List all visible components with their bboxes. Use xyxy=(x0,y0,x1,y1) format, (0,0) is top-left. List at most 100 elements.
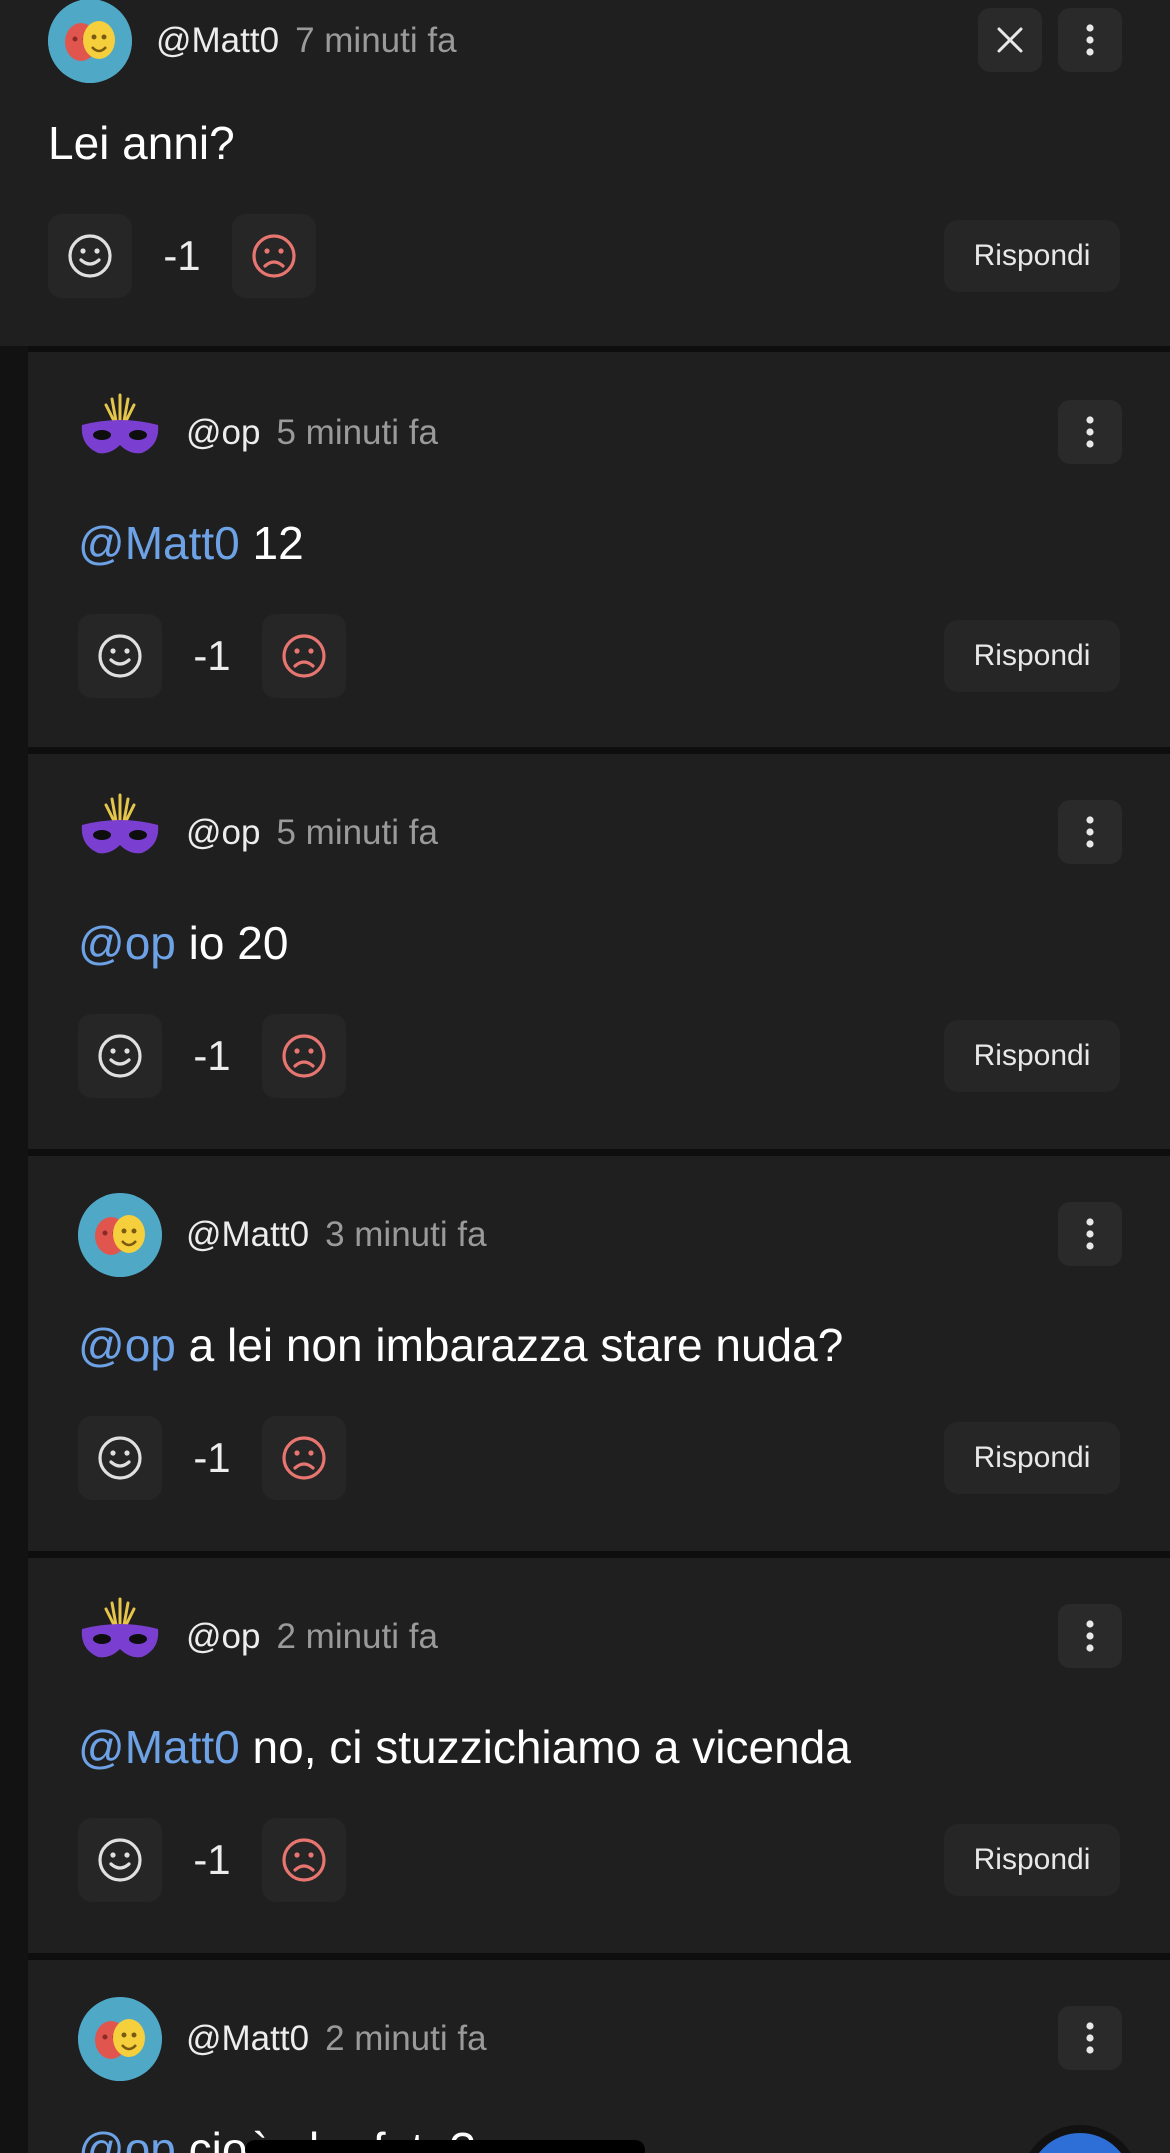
avatar[interactable] xyxy=(78,1595,162,1679)
more-vertical-icon xyxy=(1086,2022,1094,2054)
smile-icon xyxy=(98,1838,142,1882)
vote-bar: -1 xyxy=(48,214,316,298)
comment-username[interactable]: @op xyxy=(186,1617,260,1657)
comment-username[interactable]: @Matt0 xyxy=(156,21,279,61)
frown-icon xyxy=(282,1034,326,1078)
carnival-mask-icon xyxy=(81,793,159,854)
comment-text: @Matt0 12 xyxy=(78,516,304,570)
frown-icon xyxy=(252,234,296,278)
comment-timestamp: 3 minuti fa xyxy=(325,1215,487,1254)
smile-icon xyxy=(98,1436,142,1480)
frown-icon xyxy=(282,1838,326,1882)
theater-masks-icon xyxy=(78,1193,162,1277)
comment-thread-screen: @Matt0 7 minuti fa Lei anni? -1 Rispondi… xyxy=(0,0,1170,2153)
reply-button[interactable]: Rispondi xyxy=(944,1422,1120,1494)
vote-bar: -1 xyxy=(78,1416,346,1500)
comment-header: @op 5 minuti fa xyxy=(78,790,438,876)
more-options-button[interactable] xyxy=(1058,1202,1122,1266)
avatar[interactable] xyxy=(78,391,162,475)
vote-score: -1 xyxy=(193,1836,231,1883)
parent-comment: @Matt0 7 minuti fa Lei anni? -1 Rispondi xyxy=(0,0,1170,346)
reply-button[interactable]: Rispondi xyxy=(944,620,1120,692)
comment-header: @Matt0 2 minuti fa xyxy=(78,1996,487,2082)
downvote-button[interactable] xyxy=(262,1416,346,1500)
reply-comment: @op 5 minuti fa @Matt0 12 -1 Rispondi xyxy=(28,352,1170,747)
comment-body: no, ci stuzzichiamo a vicenda xyxy=(239,1721,851,1773)
user-mention[interactable]: @op xyxy=(78,1319,176,1371)
more-vertical-icon xyxy=(1086,24,1094,56)
comment-text: Lei anni? xyxy=(48,117,235,169)
smile-icon xyxy=(98,634,142,678)
comment-timestamp: 2 minuti fa xyxy=(325,2019,487,2058)
reply-button[interactable]: Rispondi xyxy=(944,220,1120,292)
comment-username[interactable]: @op xyxy=(186,413,260,453)
upvote-button[interactable] xyxy=(78,614,162,698)
reply-comment: @Matt0 3 minuti fa @op a lei non imbaraz… xyxy=(28,1156,1170,1551)
reply-comment: @op 5 minuti fa @op io 20 -1 Rispondi xyxy=(28,754,1170,1149)
comment-username[interactable]: @Matt0 xyxy=(186,1215,309,1255)
comment-body: a lei non imbarazza stare nuda? xyxy=(175,1319,844,1371)
user-mention[interactable]: @op xyxy=(78,917,176,969)
comment-body: io 20 xyxy=(175,917,289,969)
smile-icon xyxy=(98,1034,142,1078)
reply-button[interactable]: Rispondi xyxy=(944,1824,1120,1896)
reply-comment: @Matt0 2 minuti fa @op cioè che fate? xyxy=(28,1960,1170,2153)
comment-header: @op 5 minuti fa xyxy=(78,390,438,476)
downvote-button[interactable] xyxy=(232,214,316,298)
comment-timestamp: 2 minuti fa xyxy=(276,1617,438,1656)
close-icon xyxy=(997,27,1023,53)
reply-button[interactable]: Rispondi xyxy=(944,1020,1120,1092)
upvote-button[interactable] xyxy=(78,1416,162,1500)
theater-masks-icon xyxy=(78,1997,162,2081)
user-mention[interactable]: @Matt0 xyxy=(78,517,240,569)
theater-masks-icon xyxy=(48,0,132,83)
avatar[interactable] xyxy=(78,1997,162,2081)
more-vertical-icon xyxy=(1086,1620,1094,1652)
more-options-button[interactable] xyxy=(1058,1604,1122,1668)
more-options-button[interactable] xyxy=(1058,800,1122,864)
frown-icon xyxy=(282,1436,326,1480)
vote-score: -1 xyxy=(193,1434,231,1481)
more-vertical-icon xyxy=(1086,816,1094,848)
comment-header: @op 2 minuti fa xyxy=(78,1594,438,1680)
comment-header: @Matt0 3 minuti fa xyxy=(78,1192,487,1278)
comment-username[interactable]: @Matt0 xyxy=(186,2019,309,2059)
comment-timestamp: 5 minuti fa xyxy=(276,413,438,452)
vote-bar: -1 xyxy=(78,614,346,698)
thread-indent-rail xyxy=(0,346,28,2153)
comment-timestamp: 5 minuti fa xyxy=(276,813,438,852)
more-vertical-icon xyxy=(1086,416,1094,448)
upvote-button[interactable] xyxy=(48,214,132,298)
user-mention[interactable]: @Matt0 xyxy=(78,1721,240,1773)
smile-icon xyxy=(68,234,112,278)
more-vertical-icon xyxy=(1086,1218,1094,1250)
comment-text: @op io 20 xyxy=(78,916,288,970)
reply-comment: @op 2 minuti fa @Matt0 no, ci stuzzichia… xyxy=(28,1558,1170,1953)
vote-bar: -1 xyxy=(78,1818,346,1902)
more-options-button[interactable] xyxy=(1058,2006,1122,2070)
comment-username[interactable]: @op xyxy=(186,813,260,853)
user-mention[interactable]: @op xyxy=(78,2123,176,2153)
downvote-button[interactable] xyxy=(262,1818,346,1902)
vote-bar: -1 xyxy=(78,1014,346,1098)
upvote-button[interactable] xyxy=(78,1818,162,1902)
home-indicator xyxy=(245,2140,645,2153)
downvote-button[interactable] xyxy=(262,614,346,698)
close-button[interactable] xyxy=(978,8,1042,72)
frown-icon xyxy=(282,634,326,678)
comment-body: 12 xyxy=(239,517,304,569)
avatar[interactable] xyxy=(48,0,132,83)
avatar[interactable] xyxy=(78,1193,162,1277)
comment-header: @Matt0 7 minuti fa xyxy=(48,0,457,84)
more-options-button[interactable] xyxy=(1058,8,1122,72)
comment-text: @op a lei non imbarazza stare nuda? xyxy=(78,1318,843,1372)
downvote-button[interactable] xyxy=(262,1014,346,1098)
avatar[interactable] xyxy=(78,791,162,875)
carnival-mask-icon xyxy=(81,1597,159,1658)
carnival-mask-icon xyxy=(81,393,159,454)
upvote-button[interactable] xyxy=(78,1014,162,1098)
vote-score: -1 xyxy=(193,632,231,679)
more-options-button[interactable] xyxy=(1058,400,1122,464)
comment-timestamp: 7 minuti fa xyxy=(295,21,457,60)
comment-text: @Matt0 no, ci stuzzichiamo a vicenda xyxy=(78,1720,851,1774)
